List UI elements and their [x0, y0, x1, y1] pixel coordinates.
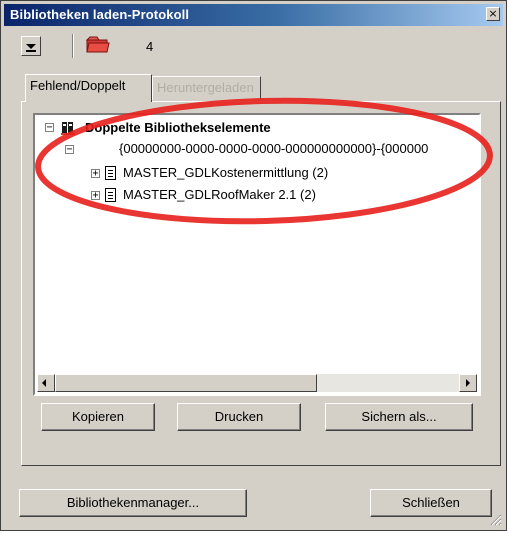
- toolbar: 4: [4, 32, 503, 66]
- library-manager-button[interactable]: Bibliothekenmanager...: [19, 489, 247, 517]
- tab-missing-duplicate[interactable]: Fehlend/Doppelt: [25, 74, 152, 102]
- close-icon[interactable]: ×: [486, 7, 500, 21]
- dropdown-arrow-icon[interactable]: [21, 36, 41, 56]
- library-count: 4: [146, 39, 154, 54]
- close-button[interactable]: Schließen: [370, 489, 492, 517]
- tab-panel: [21, 101, 501, 466]
- tab-downloaded[interactable]: Heruntergeladen: [152, 76, 261, 100]
- window-title: Bibliotheken laden-Protokoll: [10, 7, 190, 22]
- resize-grip-icon[interactable]: [490, 514, 502, 526]
- title-bar[interactable]: Bibliotheken laden-Protokoll ×: [4, 4, 503, 26]
- folder-icon: [86, 36, 110, 53]
- library-log-window: Bibliotheken laden-Protokoll × 4 Fehlend…: [0, 0, 507, 531]
- toolbar-separator: [72, 34, 74, 58]
